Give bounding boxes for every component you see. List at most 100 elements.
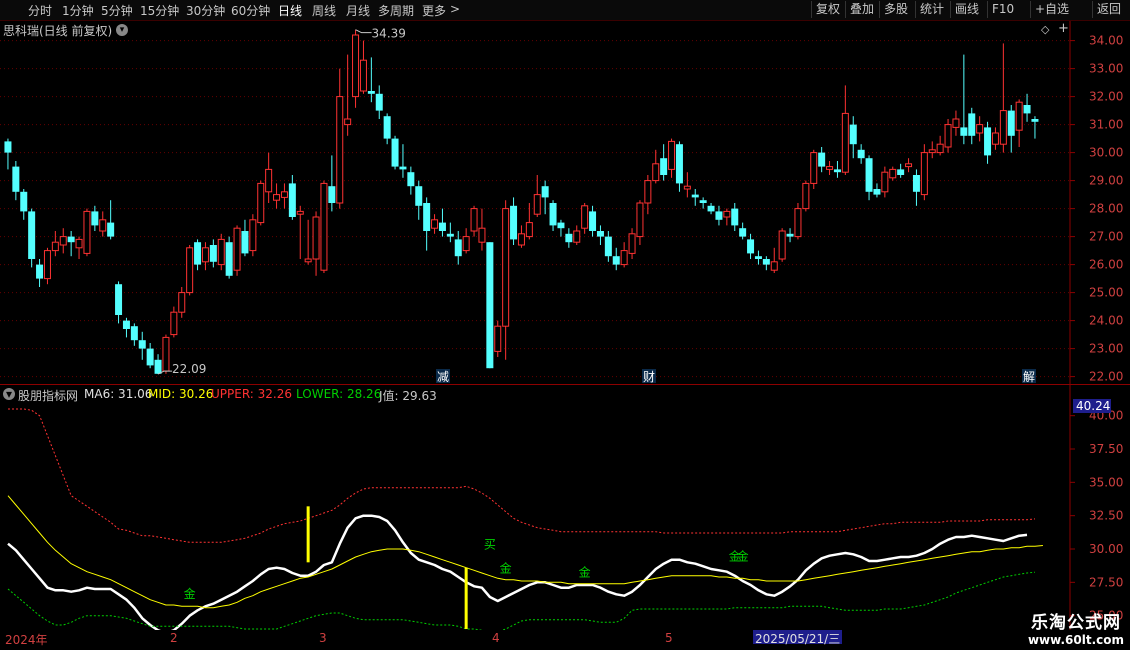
candle-body: [873, 189, 881, 195]
price-tick-label: 25.00: [1089, 286, 1123, 300]
candle-body: [628, 233, 636, 254]
candle-body: [431, 219, 439, 229]
watermark-title: 乐淘公式网: [1030, 613, 1121, 633]
date-label-feb: 2: [170, 631, 178, 645]
candle-body: [644, 180, 652, 204]
toolbar-button-7[interactable]: 返回: [1092, 1, 1125, 18]
candle-body: [723, 210, 731, 218]
candle-body: [28, 211, 36, 259]
candle-body: [731, 208, 739, 226]
candle-body: [146, 348, 154, 366]
candle-body: [999, 110, 1007, 145]
timeframe-2[interactable]: 5分钟: [101, 2, 133, 19]
price-tick-label: 34.00: [1089, 34, 1123, 48]
timeframe-1[interactable]: 1分钟: [62, 2, 94, 19]
price-tick-label: 28.00: [1089, 202, 1123, 216]
candle-body: [217, 238, 225, 266]
low-label: 22.09: [172, 362, 206, 376]
price-tick-label: 33.00: [1089, 62, 1123, 76]
series-upper: [8, 408, 1036, 543]
candle-body: [494, 325, 502, 352]
candle-body: [344, 118, 352, 126]
timeframe-9[interactable]: 多周期: [378, 2, 414, 19]
watermark: 乐淘公式网 www.60lt.com: [1028, 608, 1124, 647]
price-tick-label: 23.00: [1089, 342, 1123, 356]
candle-body: [510, 205, 518, 240]
timeframe-8[interactable]: 月线: [346, 2, 370, 19]
candle-body: [968, 113, 976, 136]
indicator-chart[interactable]: 40.0037.5035.0032.5030.0027.5025.0040.24…: [0, 385, 1130, 630]
candle-body: [154, 359, 162, 374]
indicator-tick-label: 37.50: [1089, 442, 1123, 456]
candle-body: [178, 292, 186, 313]
candle-body: [486, 242, 494, 369]
candle-body: [265, 168, 273, 193]
candle-body: [359, 59, 367, 92]
toolbar-button-2[interactable]: 多股: [879, 1, 912, 18]
candle-body: [1015, 101, 1023, 131]
toolbar-button-6[interactable]: +自选: [1030, 1, 1073, 18]
candle-body: [12, 166, 20, 192]
candle-body: [273, 194, 281, 201]
candle-body: [960, 127, 968, 136]
candle-body: [1007, 110, 1015, 136]
candle-body: [794, 208, 802, 238]
signal-text: 金: [737, 549, 749, 564]
signal-text: 金: [500, 561, 512, 576]
candle-body: [754, 256, 762, 259]
candle-body: [454, 239, 462, 257]
price-tick-label: 24.00: [1089, 314, 1123, 328]
candle-body: [604, 236, 612, 257]
candle-body: [549, 203, 557, 226]
candle-body: [67, 236, 75, 243]
current-value: 40.24: [1076, 399, 1110, 413]
candle-body: [984, 127, 992, 156]
timeframe-5[interactable]: 60分钟: [231, 2, 270, 19]
candle-body: [352, 34, 360, 98]
timeframe-7[interactable]: 周线: [312, 2, 336, 19]
high-pointer: [355, 29, 372, 34]
candle-body: [399, 166, 407, 170]
signal-text: 金: [184, 586, 196, 601]
date-label-may: 5: [665, 631, 673, 645]
candle-body: [675, 144, 683, 184]
toolbar-button-0[interactable]: 复权: [811, 1, 844, 18]
candle-body: [186, 247, 194, 294]
cursor-date: 2025/05/21/三: [753, 630, 843, 646]
candle-body: [502, 208, 510, 327]
candle-body: [912, 175, 920, 192]
candle-body: [130, 326, 138, 341]
candle-body: [612, 256, 620, 265]
candle-body: [683, 185, 691, 190]
timeframe-10[interactable]: 更多: [422, 2, 446, 19]
candle-body: [438, 222, 446, 231]
candle-body: [897, 169, 905, 175]
toolbar-button-1[interactable]: 叠加: [845, 1, 878, 18]
candle-body: [280, 191, 288, 198]
toolbar-button-3[interactable]: 统计: [915, 1, 948, 18]
timeframe-6[interactable]: 日线: [278, 2, 302, 19]
candle-body: [581, 205, 589, 229]
event-marker: 减: [437, 370, 449, 384]
timeframe-0[interactable]: 分时: [28, 2, 52, 19]
candle-body: [991, 132, 999, 145]
candle-body: [565, 233, 573, 243]
toolbar-button-4[interactable]: 画线: [950, 1, 983, 18]
toolbar-button-5[interactable]: F10: [987, 1, 1018, 18]
candle-body: [857, 149, 865, 159]
date-label-mar: 3: [319, 631, 327, 645]
timeframe-4[interactable]: 30分钟: [186, 2, 225, 19]
candle-body: [952, 118, 960, 128]
candle-body: [296, 210, 304, 215]
candle-body: [849, 124, 857, 145]
price-chart[interactable]: 22.00 23.00 24.00 25.00 26.00 27.00 28.00 29.00…: [0, 21, 1130, 385]
candle-body: [138, 340, 146, 349]
candle-body: [596, 231, 604, 237]
candle-body: [841, 112, 849, 173]
candle-body: [375, 93, 383, 111]
more-chevron-icon[interactable]: >: [450, 2, 460, 16]
candle-body: [209, 245, 217, 262]
timeframe-3[interactable]: 15分钟: [140, 2, 179, 19]
candle-body: [802, 182, 810, 210]
indicator-tick-label: 32.50: [1089, 509, 1123, 523]
